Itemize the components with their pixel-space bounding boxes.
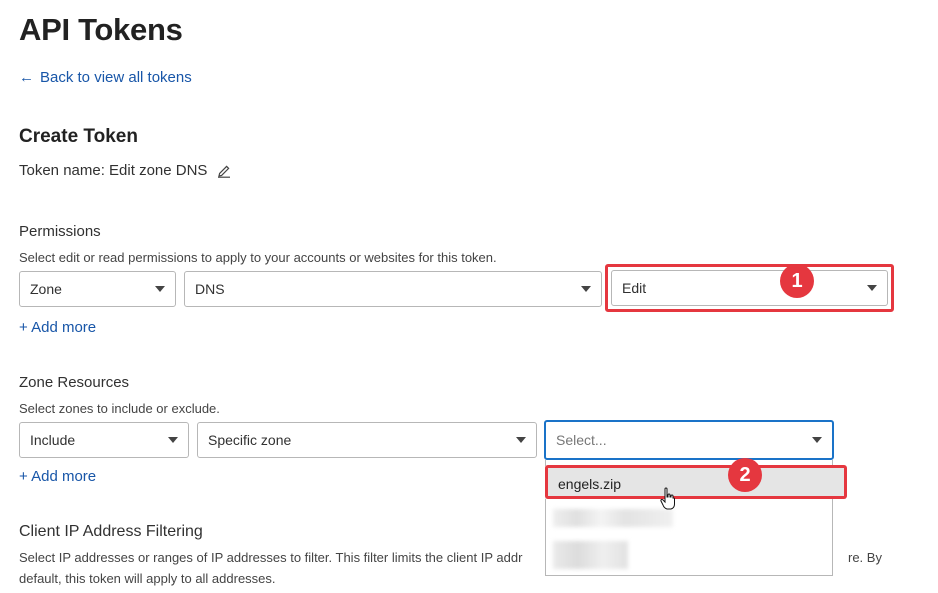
page-title: API Tokens: [19, 12, 183, 47]
back-link-label: Back to view all tokens: [40, 69, 192, 86]
client-ip-hint-line2: default, this token will apply to all ad…: [19, 571, 276, 586]
token-name: Token name: Edit zone DNS: [19, 162, 231, 179]
zone-include-value: Include: [30, 432, 76, 448]
client-ip-hint-end: re. By: [848, 550, 882, 565]
permissions-label: Permissions: [19, 223, 101, 240]
arrow-left-icon: ←: [19, 69, 34, 86]
blurred-option-1[interactable]: [553, 509, 673, 527]
permissions-add-more[interactable]: + Add more: [19, 319, 96, 336]
permission-group-select[interactable]: DNS: [184, 271, 602, 307]
blurred-option-2[interactable]: [553, 541, 628, 569]
caret-down-icon: [581, 286, 591, 292]
highlight-box-1: [605, 264, 894, 312]
zone-type-select[interactable]: Specific zone: [197, 422, 537, 458]
caret-down-icon: [168, 437, 178, 443]
zone-type-value: Specific zone: [208, 432, 292, 448]
caret-down-icon: [516, 437, 526, 443]
zone-include-select[interactable]: Include: [19, 422, 189, 458]
step-badge-2: 2: [728, 458, 762, 492]
hand-cursor-icon: [660, 487, 675, 510]
zone-select[interactable]: Select...: [544, 420, 834, 460]
section-title: Create Token: [19, 126, 138, 147]
permissions-hint: Select edit or read permissions to apply…: [19, 250, 497, 265]
pencil-icon[interactable]: [217, 164, 231, 178]
highlight-box-2: [545, 465, 847, 499]
zone-resources-hint: Select zones to include or exclude.: [19, 401, 220, 416]
caret-down-icon: [812, 437, 822, 443]
zone-select-placeholder: Select...: [556, 432, 607, 448]
client-ip-hint-start: Select IP addresses or ranges of IP addr…: [19, 550, 523, 565]
zone-resources-label: Zone Resources: [19, 374, 130, 391]
step-badge-1: 1: [780, 264, 814, 298]
token-name-text: Token name: Edit zone DNS: [19, 162, 208, 179]
permission-scope-value: Zone: [30, 281, 62, 297]
client-ip-label: Client IP Address Filtering: [19, 523, 203, 540]
caret-down-icon: [155, 286, 165, 292]
permission-group-value: DNS: [195, 281, 225, 297]
permission-scope-select[interactable]: Zone: [19, 271, 176, 307]
zone-add-more[interactable]: + Add more: [19, 468, 96, 485]
back-link[interactable]: ← Back to view all tokens: [19, 69, 192, 86]
